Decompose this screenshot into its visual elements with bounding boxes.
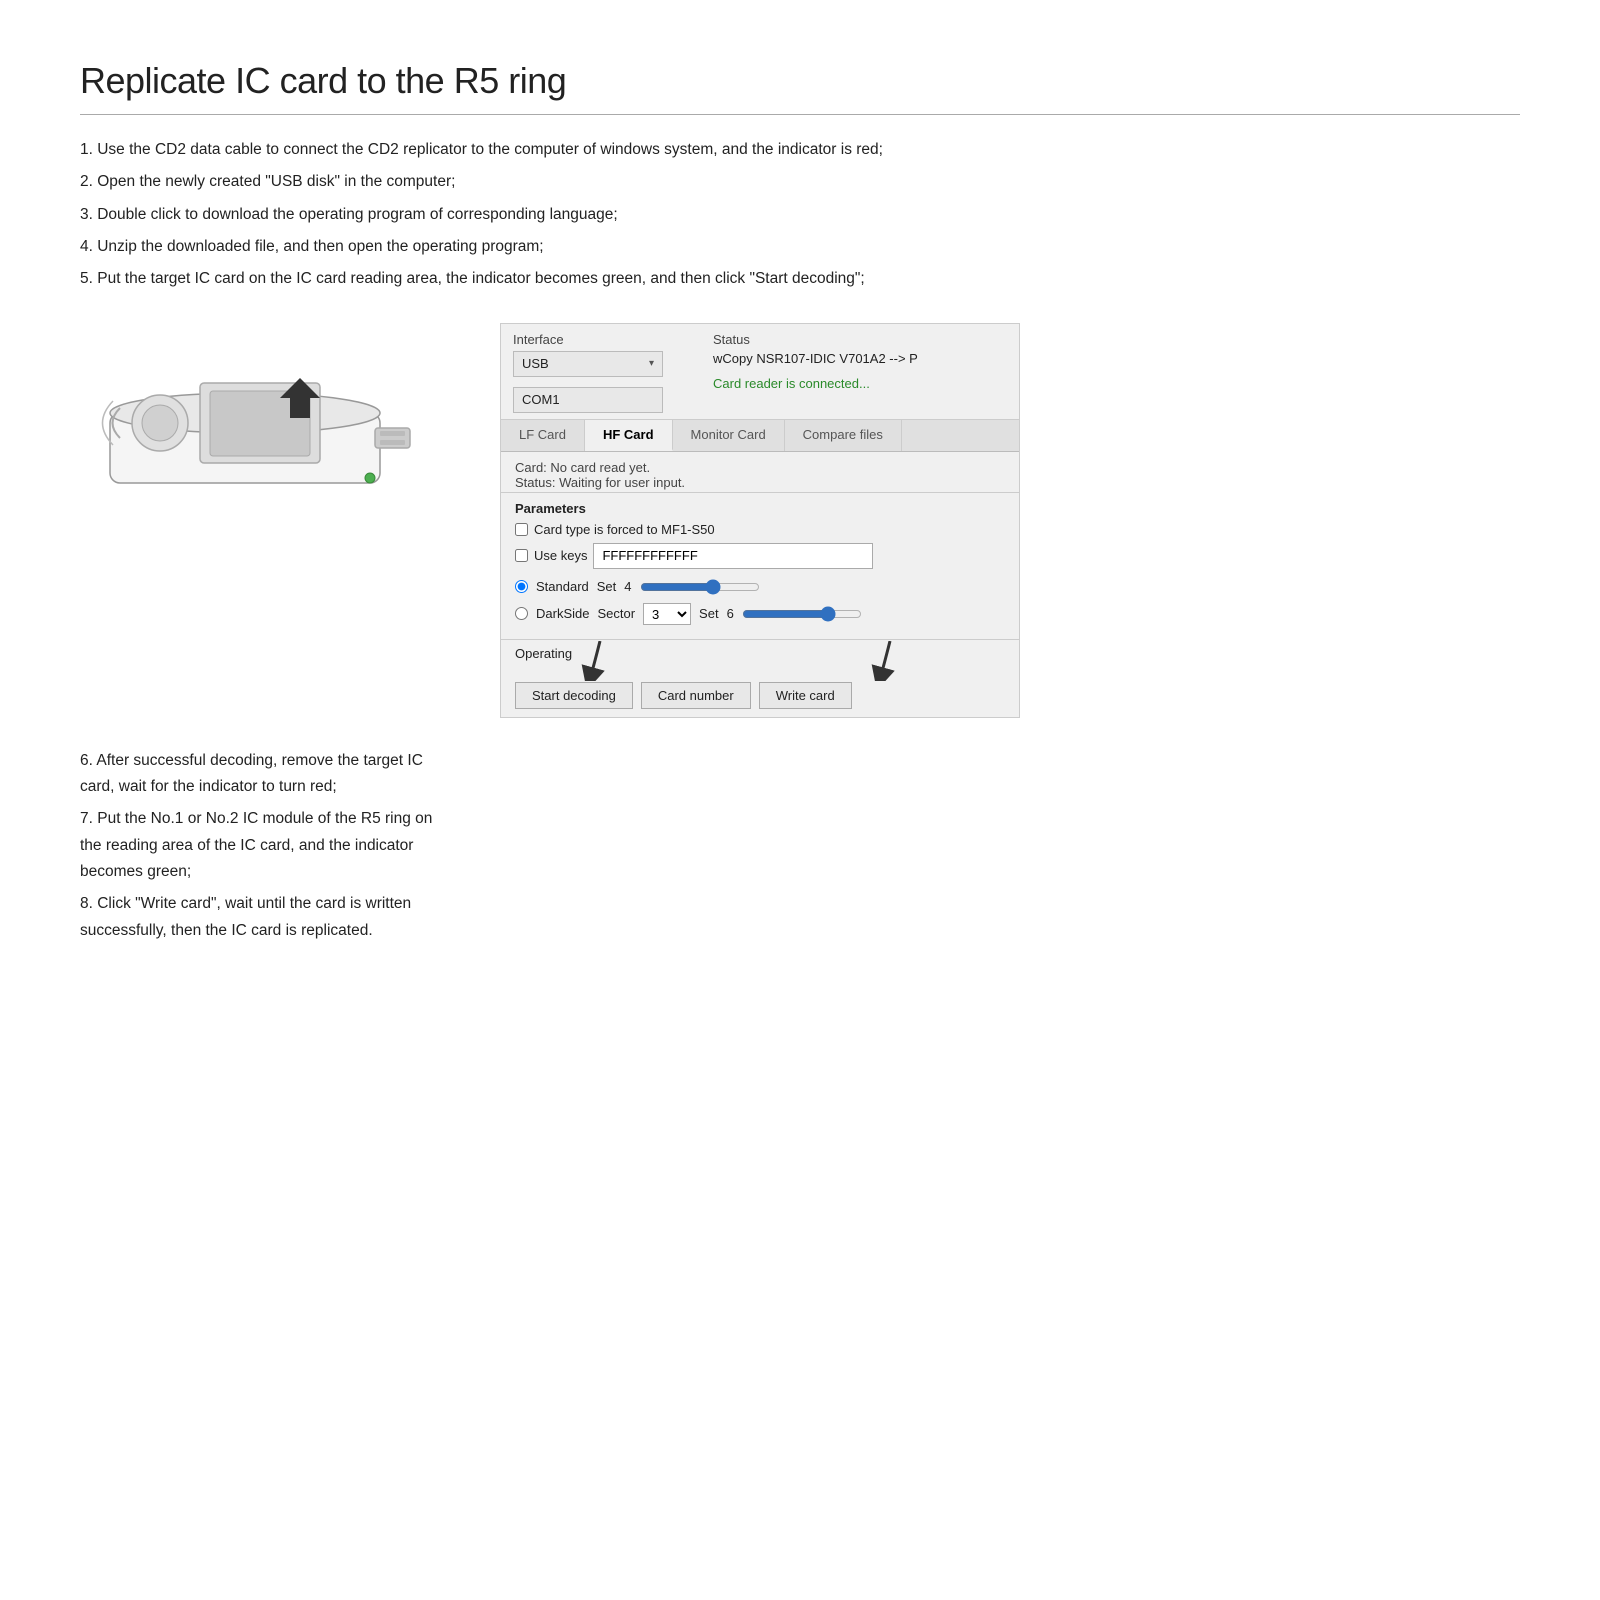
title-divider (80, 114, 1520, 115)
usb-arrow: ▾ (649, 358, 654, 369)
step-2: 2. Open the newly created "USB disk" in … (80, 169, 980, 195)
operating-section: Operating (501, 640, 1019, 717)
ui-panel: Interface USB ▾ COM1 Status wCopy NSR107… (500, 323, 1020, 718)
darkside-label: DarkSide (536, 606, 589, 621)
page-title: Replicate IC card to the R5 ring (80, 60, 1520, 102)
force-mf1-label: Card type is forced to MF1-S50 (534, 522, 715, 537)
standard-slider[interactable] (640, 579, 760, 595)
usb-value: USB (522, 356, 549, 371)
interface-label: Interface (513, 332, 713, 347)
tabs-row: LF Card HF Card Monitor Card Compare fil… (501, 420, 1019, 452)
device-illustration-col (80, 323, 440, 517)
ui-panel-wrapper: Interface USB ▾ COM1 Status wCopy NSR107… (500, 323, 1020, 718)
usb-select[interactable]: USB ▾ (513, 351, 663, 377)
params-section: Parameters Card type is forced to MF1-S5… (501, 493, 1019, 639)
main-section: Interface USB ▾ COM1 Status wCopy NSR107… (80, 323, 1520, 718)
steps-1-5: 1. Use the CD2 data cable to connect the… (80, 137, 980, 293)
standard-set-label: Set (597, 579, 617, 594)
force-mf1-checkbox[interactable] (515, 523, 528, 536)
steps-6-8: 6. After successful decoding, remove the… (80, 748, 440, 950)
step-5: 5. Put the target IC card on the IC card… (80, 266, 980, 292)
use-keys-label: Use keys (534, 548, 587, 563)
operating-label: Operating (515, 646, 1005, 661)
status-col: Status wCopy NSR107-IDIC V701A2 --> P Ca… (713, 332, 1007, 391)
darkside-radio[interactable] (515, 607, 528, 620)
status-value: wCopy NSR107-IDIC V701A2 --> P (713, 351, 1007, 366)
ui-panel-col: Interface USB ▾ COM1 Status wCopy NSR107… (500, 323, 1520, 718)
device-illustration (80, 323, 420, 513)
buttons-row: Start decoding Card number Write card (515, 682, 1005, 709)
darkside-slider[interactable] (742, 606, 862, 622)
step-3: 3. Double click to download the operatin… (80, 202, 980, 228)
keys-input[interactable] (593, 543, 873, 569)
step-8: 8. Click "Write card", wait until the ca… (80, 891, 440, 944)
tab-monitor-card[interactable]: Monitor Card (673, 420, 785, 451)
lower-section: 6. After successful decoding, remove the… (80, 748, 1520, 950)
darkside-set-value: 6 (727, 606, 734, 621)
use-keys-row: Use keys (515, 543, 1005, 569)
step-7: 7. Put the No.1 or No.2 IC module of the… (80, 806, 440, 885)
standard-row: Standard Set 4 (515, 579, 1005, 595)
darkside-set-label: Set (699, 606, 719, 621)
com1-value: COM1 (522, 392, 560, 407)
standard-set-value: 4 (624, 579, 631, 594)
com1-select[interactable]: COM1 (513, 387, 663, 413)
standard-radio[interactable] (515, 580, 528, 593)
interface-status-row: Interface USB ▾ COM1 Status wCopy NSR107… (501, 324, 1019, 419)
status-waiting: Status: Waiting for user input. (515, 475, 1005, 490)
step-1: 1. Use the CD2 data cable to connect the… (80, 137, 980, 163)
interface-col: Interface USB ▾ COM1 (513, 332, 713, 413)
card-number-button[interactable]: Card number (641, 682, 751, 709)
darkside-slider-container (742, 606, 1005, 622)
connected-text: Card reader is connected... (713, 376, 1007, 391)
tab-hf-card[interactable]: HF Card (585, 420, 673, 451)
write-card-button[interactable]: Write card (759, 682, 852, 709)
card-status-row: Card: No card read yet. Status: Waiting … (501, 452, 1019, 492)
standard-slider-container (640, 579, 1005, 595)
step-6: 6. After successful decoding, remove the… (80, 748, 440, 801)
tab-lf-card[interactable]: LF Card (501, 420, 585, 451)
step-4: 4. Unzip the downloaded file, and then o… (80, 234, 980, 260)
tab-compare-files[interactable]: Compare files (785, 420, 902, 451)
force-mf1-row: Card type is forced to MF1-S50 (515, 522, 1005, 537)
params-label: Parameters (515, 501, 1005, 516)
start-decoding-button[interactable]: Start decoding (515, 682, 633, 709)
standard-label: Standard (536, 579, 589, 594)
darkside-row: DarkSide Sector 3 0 1 2 4 Set 6 (515, 603, 1005, 625)
card-no-read: Card: No card read yet. (515, 460, 1005, 475)
sector-label: Sector (597, 606, 635, 621)
use-keys-checkbox[interactable] (515, 549, 528, 562)
sector-select[interactable]: 3 0 1 2 4 (643, 603, 691, 625)
status-label: Status (713, 332, 1007, 347)
